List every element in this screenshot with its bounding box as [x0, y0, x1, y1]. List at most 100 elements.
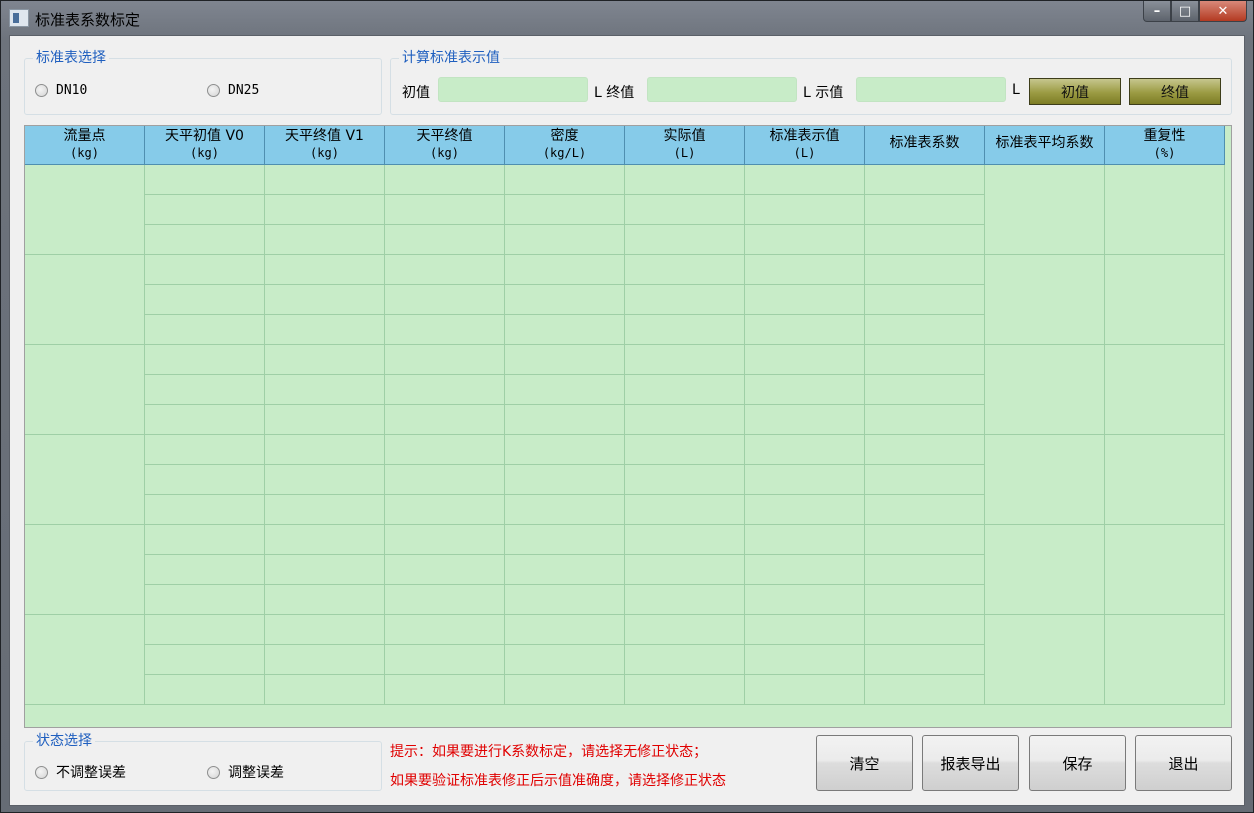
table-cell[interactable] — [385, 225, 505, 255]
table-cell[interactable] — [865, 585, 985, 615]
table-cell[interactable] — [505, 465, 625, 495]
table-cell-merged[interactable] — [25, 255, 145, 345]
table-cell[interactable] — [145, 525, 265, 555]
table-cell[interactable] — [145, 255, 265, 285]
table-cell[interactable] — [385, 675, 505, 705]
table-cell[interactable] — [385, 405, 505, 435]
table-cell-merged[interactable] — [1105, 435, 1225, 525]
column-header[interactable]: 标准表示值 (L) — [745, 126, 865, 165]
table-cell[interactable] — [865, 345, 985, 375]
table-cell[interactable] — [145, 405, 265, 435]
table-cell[interactable] — [625, 225, 745, 255]
table-cell[interactable] — [265, 525, 385, 555]
table-cell[interactable] — [625, 165, 745, 195]
table-cell[interactable] — [265, 615, 385, 645]
table-cell[interactable] — [865, 555, 985, 585]
table-cell[interactable] — [145, 645, 265, 675]
table-cell[interactable] — [745, 165, 865, 195]
table-cell[interactable] — [625, 345, 745, 375]
table-cell[interactable] — [145, 165, 265, 195]
table-cell[interactable] — [625, 615, 745, 645]
table-cell[interactable] — [145, 315, 265, 345]
table-cell[interactable] — [505, 165, 625, 195]
table-cell[interactable] — [745, 225, 865, 255]
table-cell-merged[interactable] — [1105, 165, 1225, 255]
table-cell[interactable] — [745, 555, 865, 585]
table-cell[interactable] — [505, 405, 625, 435]
table-cell[interactable] — [865, 495, 985, 525]
radio-adjust[interactable]: 调整误差 — [207, 762, 284, 782]
column-header[interactable]: 标准表系数 — [865, 126, 985, 165]
table-cell[interactable] — [745, 615, 865, 645]
table-cell[interactable] — [265, 585, 385, 615]
table-cell[interactable] — [865, 255, 985, 285]
table-cell[interactable] — [505, 615, 625, 645]
table-cell-merged[interactable] — [1105, 615, 1225, 705]
column-header[interactable]: 流量点 (kg) — [25, 126, 145, 165]
table-cell[interactable] — [385, 645, 505, 675]
table-cell[interactable] — [745, 285, 865, 315]
table-cell[interactable] — [145, 195, 265, 225]
table-cell[interactable] — [145, 675, 265, 705]
final-button[interactable]: 终值 — [1129, 78, 1221, 105]
title-bar[interactable]: 标准表系数标定 – □ ✕ — [1, 1, 1253, 35]
table-cell[interactable] — [625, 255, 745, 285]
table-cell[interactable] — [625, 315, 745, 345]
table-cell[interactable] — [745, 435, 865, 465]
calibration-table[interactable]: 流量点 (kg) 天平初值 V0 (kg) 天平终值 V1 (kg) 天平终值 (kg) 密度 (… — [24, 125, 1232, 728]
table-cell[interactable] — [865, 675, 985, 705]
table-cell[interactable] — [145, 615, 265, 645]
table-cell[interactable] — [265, 165, 385, 195]
clear-button[interactable]: 清空 — [816, 735, 913, 791]
table-cell[interactable] — [145, 465, 265, 495]
table-cell[interactable] — [145, 345, 265, 375]
table-cell[interactable] — [385, 555, 505, 585]
table-cell[interactable] — [385, 345, 505, 375]
close-button[interactable]: ✕ — [1199, 1, 1247, 22]
table-cell[interactable] — [625, 435, 745, 465]
table-cell[interactable] — [505, 585, 625, 615]
table-cell[interactable] — [505, 315, 625, 345]
table-cell-merged[interactable] — [985, 525, 1105, 615]
table-cell[interactable] — [385, 315, 505, 345]
minimize-button[interactable]: – — [1143, 1, 1171, 22]
table-cell-merged[interactable] — [1105, 345, 1225, 435]
table-cell[interactable] — [385, 435, 505, 465]
table-cell[interactable] — [145, 285, 265, 315]
table-cell[interactable] — [505, 345, 625, 375]
table-cell[interactable] — [505, 495, 625, 525]
exit-button[interactable]: 退出 — [1135, 735, 1232, 791]
table-cell[interactable] — [385, 375, 505, 405]
table-cell[interactable] — [265, 465, 385, 495]
radio-dn10[interactable]: DN10 — [35, 83, 87, 98]
table-cell[interactable] — [265, 315, 385, 345]
table-cell[interactable] — [625, 405, 745, 435]
table-cell[interactable] — [145, 375, 265, 405]
table-cell[interactable] — [865, 645, 985, 675]
table-cell[interactable] — [865, 375, 985, 405]
table-cell[interactable] — [745, 255, 865, 285]
table-cell[interactable] — [385, 465, 505, 495]
table-cell[interactable] — [505, 645, 625, 675]
table-cell[interactable] — [385, 525, 505, 555]
table-cell[interactable] — [865, 285, 985, 315]
table-cell[interactable] — [745, 195, 865, 225]
table-cell[interactable] — [505, 525, 625, 555]
radio-dn25[interactable]: DN25 — [207, 83, 259, 98]
table-cell[interactable] — [505, 225, 625, 255]
table-cell[interactable] — [625, 555, 745, 585]
table-cell[interactable] — [265, 285, 385, 315]
reading-value-field[interactable] — [856, 77, 1006, 102]
table-cell[interactable] — [505, 435, 625, 465]
initial-button[interactable]: 初值 — [1029, 78, 1121, 105]
table-cell[interactable] — [745, 465, 865, 495]
table-cell[interactable] — [505, 255, 625, 285]
table-cell[interactable] — [745, 585, 865, 615]
table-cell[interactable] — [745, 405, 865, 435]
table-cell[interactable] — [145, 495, 265, 525]
table-cell-merged[interactable] — [1105, 525, 1225, 615]
table-cell[interactable] — [385, 615, 505, 645]
table-cell[interactable] — [145, 555, 265, 585]
table-cell[interactable] — [625, 675, 745, 705]
table-cell[interactable] — [265, 345, 385, 375]
